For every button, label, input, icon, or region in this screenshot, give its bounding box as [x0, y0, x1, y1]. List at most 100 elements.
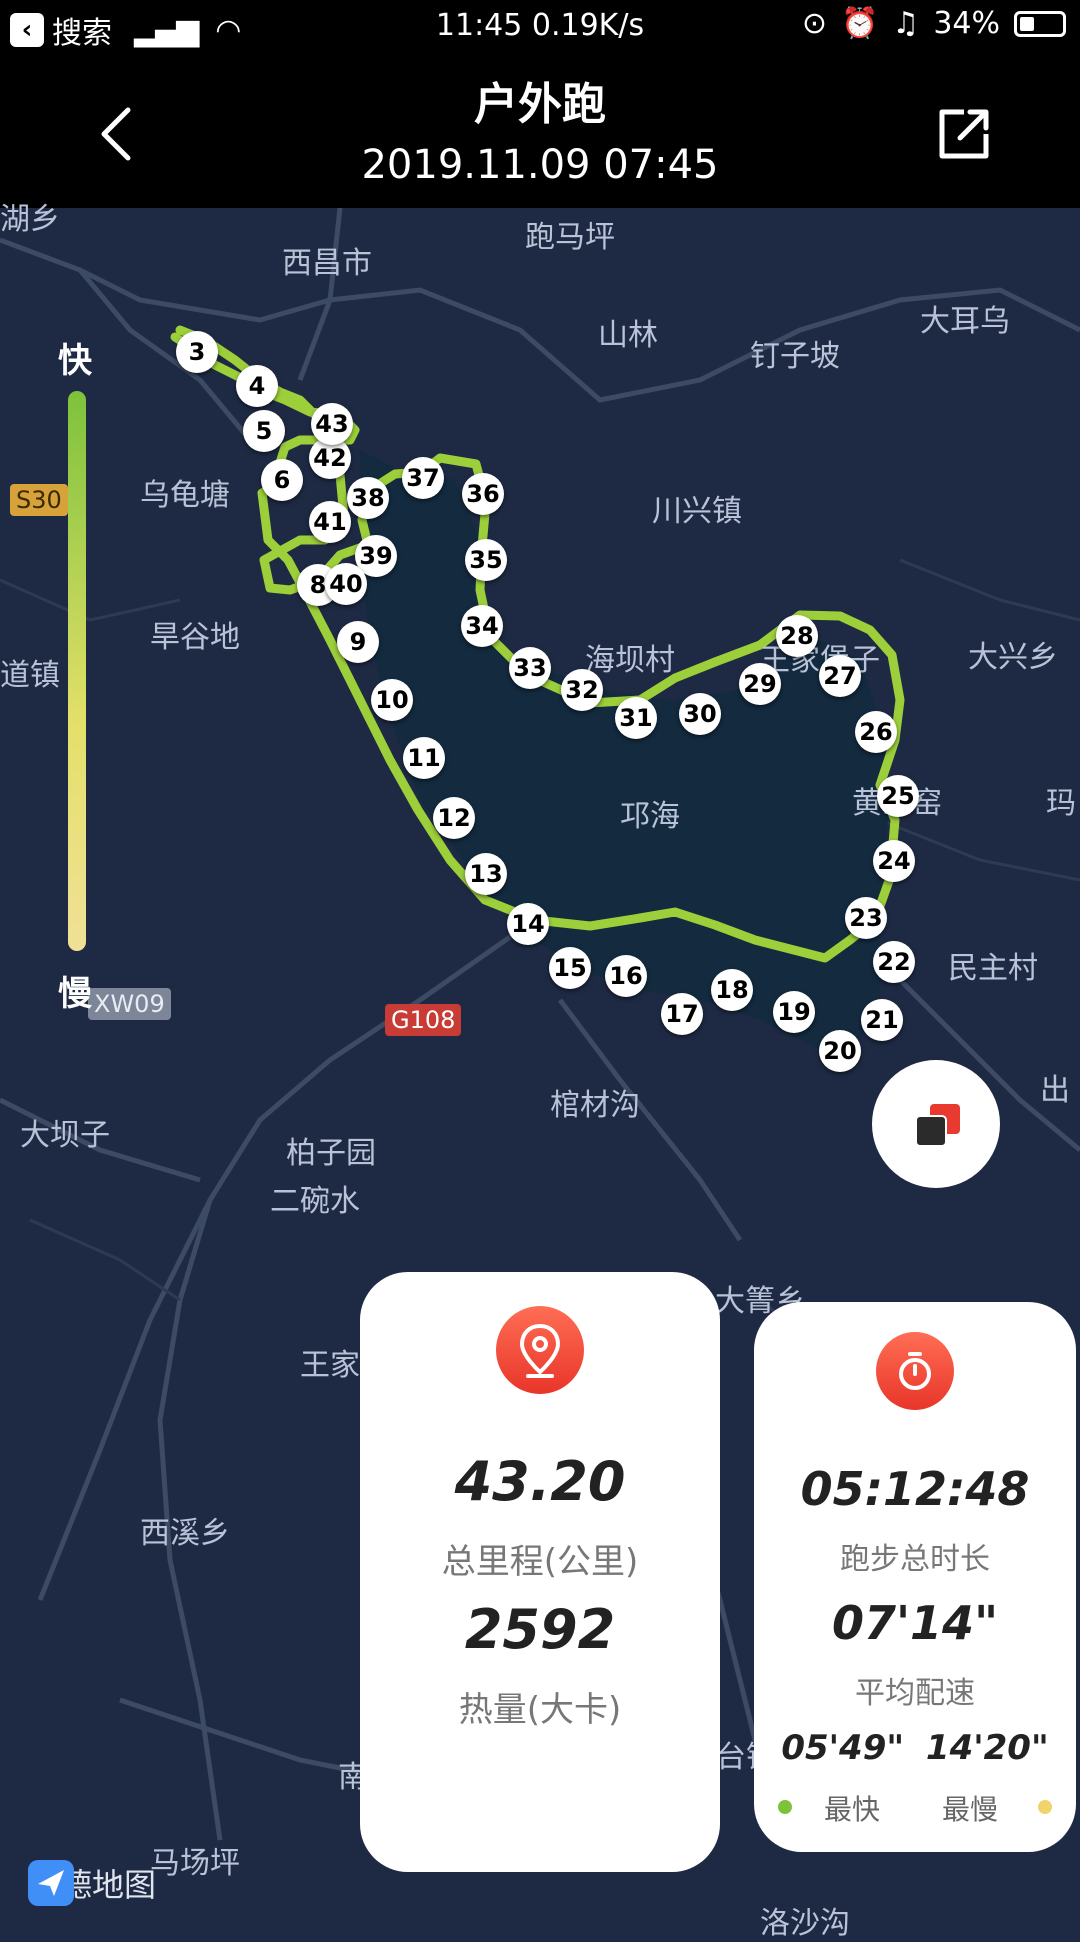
road-tag-g108: G108 — [385, 1004, 462, 1036]
total-distance-label: 总里程(公里) — [441, 1542, 639, 1582]
place-label: 玛 — [1046, 786, 1076, 821]
status-bar: ‹ 搜索 ▂▄▆ ◠ 11:45 0.19K/s ⊙ ⏰ ♫ 34% — [0, 0, 1080, 54]
place-label: 大耳乌 — [920, 304, 1010, 339]
km-marker[interactable]: 34 — [461, 605, 503, 647]
km-marker[interactable]: 43 — [311, 403, 353, 445]
average-pace: 07'14" — [831, 1596, 999, 1650]
km-marker[interactable]: 6 — [261, 459, 303, 501]
km-marker[interactable]: 38 — [347, 477, 389, 519]
km-marker[interactable]: 31 — [615, 697, 657, 739]
place-label: 洛沙沟 — [760, 1906, 850, 1941]
place-label: 川兴镇 — [652, 494, 742, 529]
km-marker[interactable]: 25 — [877, 775, 919, 817]
km-marker[interactable]: 33 — [509, 647, 551, 689]
km-marker[interactable]: 14 — [507, 903, 549, 945]
km-marker[interactable]: 21 — [861, 999, 903, 1041]
km-marker[interactable]: 5 — [243, 410, 285, 452]
place-label: 马场坪 — [150, 1846, 240, 1881]
run-duration: 05:12:48 — [800, 1462, 1030, 1516]
distance-card: 43.20 总里程(公里) 2592 热量(大卡) — [360, 1272, 720, 1872]
km-marker[interactable]: 18 — [711, 969, 753, 1011]
page-title: 户外跑 — [474, 79, 606, 130]
km-marker[interactable]: 41 — [309, 501, 351, 543]
route-map[interactable]: 跑马坪 西昌市 山林 钉子坡 大耳乌 乌龟塘 川兴镇 旱谷地 海坝村 王家堡子 … — [0, 202, 1080, 1941]
km-marker[interactable]: 17 — [661, 993, 703, 1035]
alarm-icon: ⏰ — [841, 6, 879, 41]
place-label: 民主村 — [948, 951, 1038, 986]
km-marker[interactable]: 20 — [819, 1030, 861, 1072]
slow-dot-icon — [1038, 1800, 1052, 1814]
km-marker[interactable]: 40 — [325, 563, 367, 605]
km-marker[interactable]: 37 — [402, 457, 444, 499]
slowest-pace: 14'20" — [925, 1728, 1049, 1768]
headphones-icon: ♫ — [892, 6, 920, 41]
km-marker[interactable]: 28 — [776, 615, 818, 657]
place-label: 海坝村 — [585, 643, 675, 678]
km-marker[interactable]: 19 — [773, 991, 815, 1033]
average-pace-label: 平均配速 — [855, 1676, 975, 1711]
place-label: 西昌市 — [282, 246, 372, 281]
km-marker[interactable]: 16 — [605, 955, 647, 997]
place-label: 大坝子 — [20, 1118, 110, 1153]
road-tag-xw09: XW09 — [88, 988, 171, 1020]
place-label: 棺材沟 — [550, 1088, 640, 1123]
place-label: 邛海 — [620, 799, 680, 834]
place-label: 二碗水 — [270, 1184, 360, 1219]
location-pin-icon — [496, 1306, 584, 1394]
fast-dot-icon — [778, 1800, 792, 1814]
km-marker[interactable]: 32 — [561, 669, 603, 711]
km-marker[interactable]: 30 — [679, 693, 721, 735]
amap-logo: 高德地图 — [28, 1860, 156, 1906]
place-label: 道镇 — [0, 658, 60, 693]
road-tag-s30: S30 — [10, 484, 68, 516]
speed-gradient-bar — [68, 391, 86, 951]
speed-fast-label: 快 — [58, 341, 92, 381]
slowest-label: 最慢 — [942, 1793, 999, 1826]
pace-range: 05'49" 14'20" — [754, 1728, 1076, 1768]
km-marker[interactable]: 11 — [403, 737, 445, 779]
km-marker[interactable]: 23 — [845, 897, 887, 939]
layers-icon — [915, 1104, 960, 1147]
km-marker[interactable]: 9 — [337, 621, 379, 663]
fastest-pace: 05'49" — [781, 1728, 905, 1768]
map-layers-button[interactable] — [872, 1060, 1000, 1188]
run-duration-label: 跑步总时长 — [840, 1542, 990, 1577]
run-datetime: 2019.11.09 07:45 — [361, 142, 719, 188]
place-label: 乌龟塘 — [140, 478, 230, 513]
km-marker[interactable]: 24 — [873, 840, 915, 882]
place-label: 旱谷地 — [150, 620, 240, 655]
km-marker[interactable]: 13 — [465, 853, 507, 895]
km-marker[interactable]: 26 — [855, 711, 897, 753]
calories-label: 热量(大卡) — [458, 1690, 622, 1730]
place-label: 王家 — [300, 1348, 360, 1383]
share-icon[interactable] — [934, 104, 994, 164]
battery-icon — [1014, 10, 1066, 37]
place-label: 西溪乡 — [140, 1516, 230, 1551]
km-marker[interactable]: 36 — [462, 473, 504, 515]
km-marker[interactable]: 35 — [465, 539, 507, 581]
speed-slow-label: 慢 — [58, 974, 92, 1014]
place-label: 跑马坪 — [525, 220, 615, 255]
stopwatch-icon — [876, 1332, 954, 1410]
rotation-lock-icon: ⊙ — [801, 6, 828, 41]
calories: 2592 — [464, 1598, 616, 1661]
battery-text: 34% — [933, 6, 1000, 41]
km-marker[interactable]: 12 — [433, 797, 475, 839]
km-marker[interactable]: 3 — [176, 331, 218, 373]
amap-logo-icon — [28, 1860, 74, 1906]
km-marker[interactable]: 29 — [739, 663, 781, 705]
nav-header: 户外跑 2019.11.09 07:45 — [0, 54, 1080, 208]
km-marker[interactable]: 10 — [371, 679, 413, 721]
km-marker[interactable]: 27 — [819, 655, 861, 697]
km-marker[interactable]: 22 — [873, 941, 915, 983]
place-label: 大兴乡 — [968, 640, 1058, 675]
km-marker[interactable]: 4 — [236, 365, 278, 407]
place-label: 湖乡 — [0, 202, 60, 237]
time-card: 05:12:48 跑步总时长 07'14" 平均配速 05'49" 14'20"… — [754, 1302, 1076, 1852]
km-marker[interactable]: 15 — [549, 947, 591, 989]
place-label: 出 — [1040, 1073, 1070, 1108]
place-label: 山林 — [598, 318, 658, 353]
place-label: 柏子园 — [286, 1136, 376, 1171]
total-distance: 43.20 — [454, 1450, 626, 1513]
place-label: 钉子坡 — [750, 339, 840, 374]
